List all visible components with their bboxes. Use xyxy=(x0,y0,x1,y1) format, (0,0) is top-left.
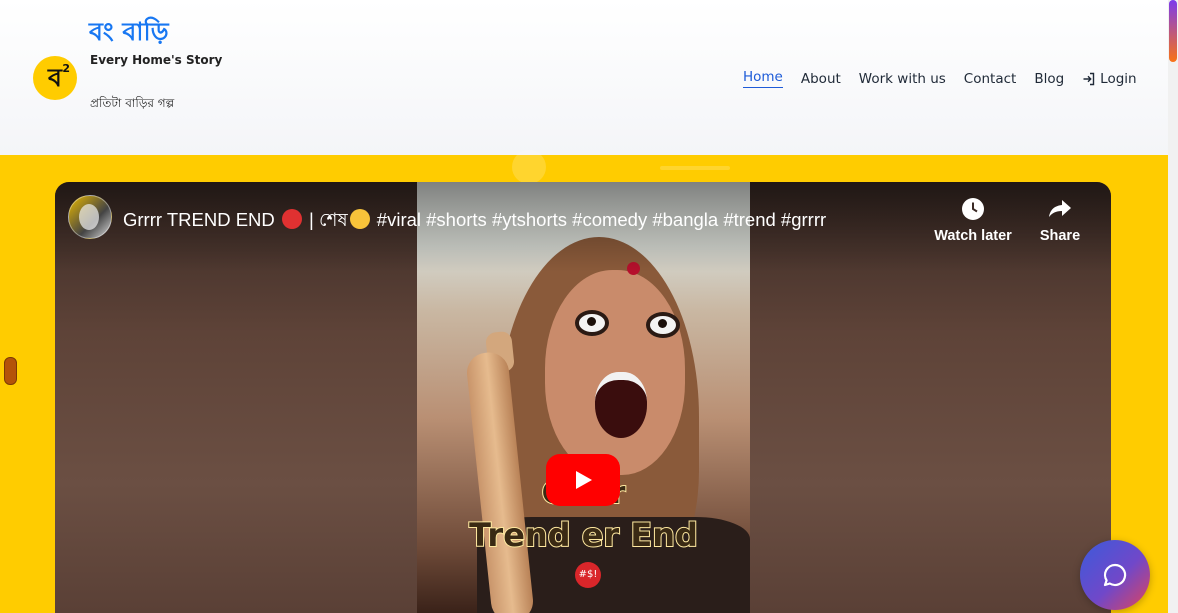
right-eye xyxy=(646,312,680,338)
decorative-bar xyxy=(660,166,730,170)
nav-login-label: Login xyxy=(1100,70,1137,87)
main-nav: Home About Work with us Contact Blog Log… xyxy=(743,69,1137,88)
watch-later-button[interactable]: Watch later xyxy=(929,196,1017,244)
watch-later-label: Watch later xyxy=(934,228,1012,244)
nav-about[interactable]: About xyxy=(801,71,841,87)
angry-face-icon xyxy=(281,209,302,229)
video-caption-line2: Trend er End xyxy=(468,515,699,555)
left-eye xyxy=(575,310,609,336)
chat-button[interactable] xyxy=(1080,540,1150,610)
logo-superscript: 2 xyxy=(62,62,70,75)
nav-work-with-us[interactable]: Work with us xyxy=(859,71,946,87)
scrollbar-thumb[interactable] xyxy=(1169,0,1177,62)
share-arrow-icon xyxy=(1049,200,1071,217)
logo-glyph: ব xyxy=(48,62,62,92)
share-button[interactable]: Share xyxy=(1025,196,1095,244)
chat-bubble-icon xyxy=(1103,563,1127,587)
share-label: Share xyxy=(1039,228,1081,244)
play-button[interactable] xyxy=(546,454,620,506)
angry-emoji-icon: #$! xyxy=(575,562,601,588)
mouth xyxy=(595,372,647,438)
nav-home[interactable]: Home xyxy=(743,69,783,88)
play-icon xyxy=(576,471,592,489)
site-logo[interactable]: ব 2 xyxy=(33,56,77,100)
site-title[interactable]: বং বাড়ি xyxy=(89,12,169,55)
login-icon xyxy=(1083,72,1095,85)
decorative-circle xyxy=(512,150,546,184)
site-tagline-english: Every Home's Story xyxy=(90,53,223,67)
video-title-part2: | শেষ xyxy=(309,209,348,230)
channel-avatar[interactable] xyxy=(68,195,112,239)
nav-blog[interactable]: Blog xyxy=(1034,71,1064,87)
sunglasses-face-icon xyxy=(349,209,370,229)
video-title-part1: Grrrr TREND END xyxy=(123,209,275,230)
page-scrollbar[interactable] xyxy=(1168,0,1178,613)
video-title[interactable]: Grrrr TREND END | শেষ #viral #shorts #yt… xyxy=(123,206,826,237)
side-drag-handle[interactable] xyxy=(4,357,17,385)
clock-icon xyxy=(962,198,984,220)
site-tagline-bengali: প্রতিটা বাড়ির গল্প xyxy=(90,96,175,110)
video-title-part3: #viral #shorts #ytshorts #comedy #bangla… xyxy=(376,209,827,230)
nav-login[interactable]: Login xyxy=(1082,70,1137,87)
site-header: ব 2 বং বাড়ি Every Home's Story প্রতিটা … xyxy=(0,0,1168,155)
nav-contact[interactable]: Contact xyxy=(964,71,1017,87)
youtube-embed[interactable]: Grrrr Trend er End #$! Grrrr TREND END |… xyxy=(55,182,1111,613)
